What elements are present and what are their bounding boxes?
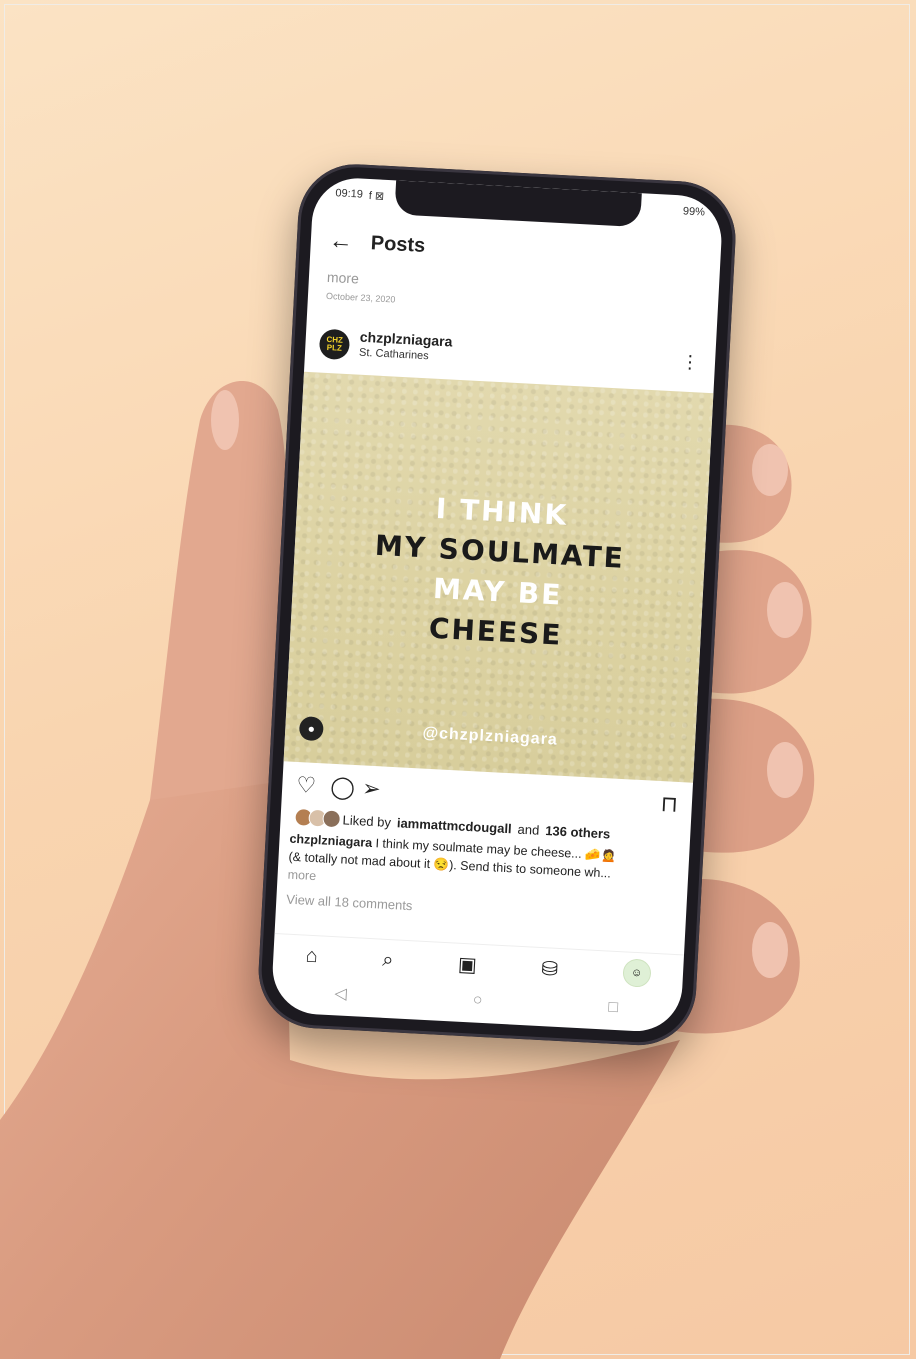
avatar[interactable]: CHZ PLZ — [318, 328, 351, 361]
tagged-user-icon[interactable]: ● — [298, 716, 324, 742]
post-location[interactable]: St. Catharines — [359, 347, 429, 363]
status-notification-icons: f ⊠ — [368, 189, 385, 203]
phone-screen: 09:19 f ⊠ 99% ← Posts more October 23, 2… — [270, 176, 724, 1034]
back-arrow-icon[interactable]: ← — [328, 227, 371, 257]
post-caption: chzplzniagara I think my soulmate may be… — [287, 830, 677, 904]
post-username[interactable]: chzplzniagara — [359, 329, 452, 350]
top-bar: ← Posts — [328, 223, 703, 279]
home-circle-icon[interactable]: ○ — [472, 992, 483, 1010]
likes-middle: and — [517, 821, 540, 838]
search-icon[interactable]: ⌕ — [382, 948, 394, 972]
like-heart-icon[interactable]: ♡ — [296, 772, 317, 799]
phone: 09:19 f ⊠ 99% ← Posts more October 23, 2… — [255, 161, 739, 1049]
page-title: Posts — [370, 231, 426, 257]
previous-post-more-link[interactable]: more — [327, 269, 360, 287]
share-send-icon[interactable]: ➢ — [362, 775, 382, 802]
likes-prefix: Liked by — [342, 811, 392, 830]
bookmark-icon[interactable]: ⊓ — [660, 791, 678, 818]
post-image[interactable]: I THINK MY SOULMATE MAY BE CHEESE @chzpl… — [283, 371, 714, 783]
battery-level: 99% — [682, 205, 706, 219]
image-handle: @chzplzniagara — [422, 724, 559, 749]
shop-icon[interactable]: ⛁ — [541, 956, 559, 982]
caption-author[interactable]: chzplzniagara — [289, 832, 372, 850]
status-time: 09:19 — [335, 187, 364, 201]
liker-avatars — [294, 807, 342, 829]
post-date: October 23, 2020 — [325, 290, 396, 305]
home-icon[interactable]: ⌂ — [305, 944, 318, 968]
likes-others[interactable]: 136 others — [545, 823, 611, 841]
post-quote: I THINK MY SOULMATE MAY BE CHEESE — [290, 482, 708, 663]
back-triangle-icon[interactable]: ◁ — [334, 983, 347, 1004]
comment-bubble-icon[interactable]: ◯ — [330, 774, 356, 801]
view-comments-link[interactable]: View all 18 comments — [286, 892, 413, 914]
profile-icon[interactable]: ☺ — [621, 958, 652, 988]
recents-square-icon[interactable]: □ — [608, 999, 619, 1017]
likes-user[interactable]: iammattmcdougall — [397, 815, 512, 836]
more-options-icon[interactable]: ⋮ — [680, 352, 700, 374]
reels-icon[interactable]: ▣ — [457, 951, 477, 977]
